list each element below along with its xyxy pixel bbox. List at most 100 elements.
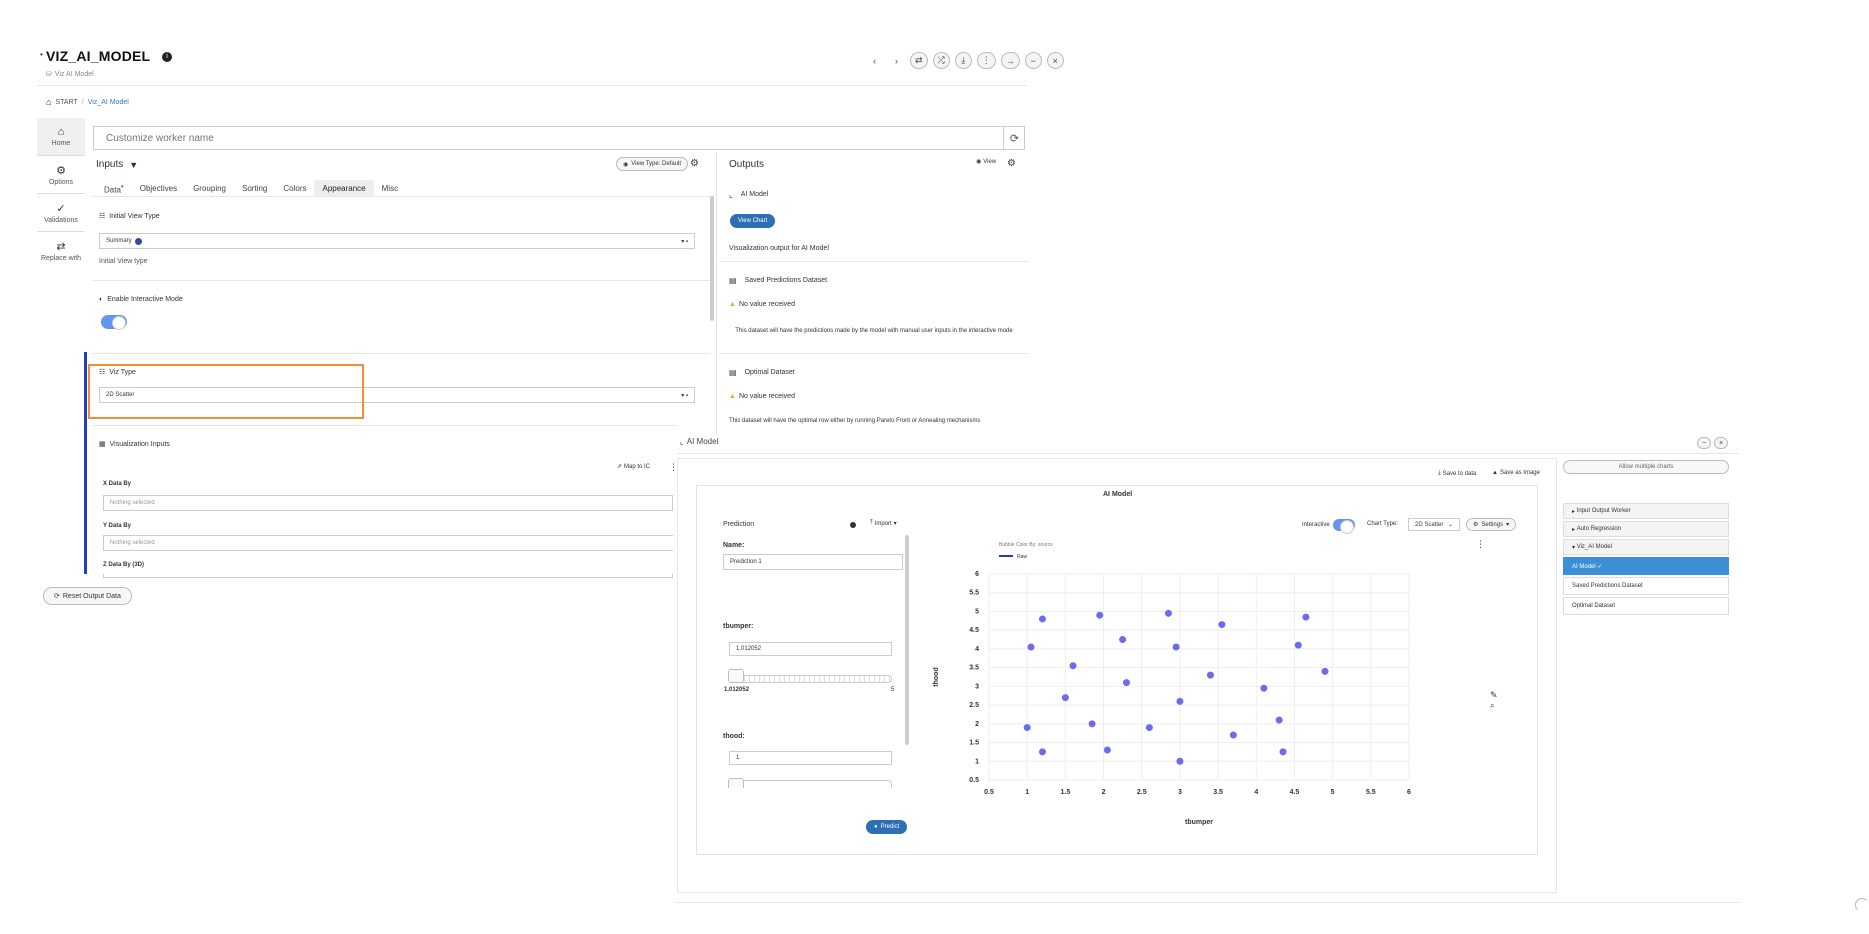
tree-item-saved-predictions[interactable]: Saved Predictions Dataset bbox=[1563, 577, 1729, 595]
tab-colors[interactable]: Colors bbox=[275, 180, 314, 197]
chart-interactive-toggle[interactable] bbox=[1332, 519, 1355, 534]
y-tick-label: 5 bbox=[975, 608, 979, 615]
minimize-icon[interactable]: − bbox=[1024, 52, 1042, 69]
worker-subtitle: ⛁ Viz AI Model bbox=[46, 70, 94, 79]
more-icon[interactable]: ⋮ bbox=[976, 52, 996, 69]
breadcrumb-root[interactable]: START bbox=[55, 99, 77, 106]
data-point[interactable] bbox=[1145, 724, 1153, 732]
prediction-name-input[interactable]: Prediction 1 bbox=[723, 554, 903, 570]
tab-sorting[interactable]: Sorting bbox=[234, 180, 275, 197]
breadcrumb-current[interactable]: Viz_AI Model bbox=[88, 99, 129, 106]
chart-settings-button[interactable]: ⚙ Settings ▾ bbox=[1466, 518, 1517, 531]
x-data-select[interactable]: Nothing selected bbox=[103, 495, 673, 511]
reset-output-button[interactable]: ⟳ Reset Output Data bbox=[43, 587, 132, 605]
interactive-mode-toggle[interactable] bbox=[101, 315, 127, 330]
predict-button[interactable]: ● Predict bbox=[866, 820, 908, 834]
close-icon[interactable]: × bbox=[1046, 52, 1064, 69]
info-icon[interactable]: i bbox=[162, 52, 172, 62]
initial-view-type-select[interactable]: Summary ▾ ▪ bbox=[99, 233, 695, 249]
data-point[interactable] bbox=[1176, 757, 1184, 765]
view-chart-button[interactable]: View Chart bbox=[730, 214, 776, 228]
data-point[interactable] bbox=[1321, 667, 1329, 675]
data-point[interactable] bbox=[1260, 684, 1268, 692]
outputs-view-button[interactable]: ◉ View bbox=[976, 158, 996, 166]
tbumper-input[interactable]: 1.012052 bbox=[729, 642, 892, 656]
legend-entry[interactable]: Raw bbox=[1017, 554, 1027, 560]
data-point[interactable] bbox=[1023, 724, 1031, 732]
data-point[interactable] bbox=[1206, 671, 1214, 679]
back-icon[interactable]: ‹ bbox=[866, 52, 883, 69]
tab-misc[interactable]: Misc bbox=[374, 180, 406, 197]
map-button[interactable]: ⇗ Map to IC bbox=[617, 463, 650, 471]
inputs-scrollbar[interactable] bbox=[710, 196, 714, 321]
save-data-button[interactable]: ⤓ Save to data bbox=[1438, 470, 1476, 477]
swap-icon[interactable]: ⇄ bbox=[910, 52, 928, 69]
import-button[interactable]: ⤒ Import ▾ bbox=[870, 520, 897, 527]
data-point[interactable] bbox=[1229, 731, 1237, 739]
data-point[interactable] bbox=[1096, 611, 1104, 619]
pencil-icon[interactable]: ✎ bbox=[1490, 690, 1498, 701]
thood-slider-handle[interactable] bbox=[728, 778, 744, 788]
zoom-icon[interactable]: ⌕ bbox=[1490, 701, 1494, 711]
output-divider bbox=[719, 353, 1028, 354]
prediction-scrollbar[interactable] bbox=[905, 535, 909, 745]
save-image-button[interactable]: ▲ Save as Image bbox=[1492, 470, 1540, 476]
data-point[interactable] bbox=[1038, 615, 1046, 623]
output-optimal-dataset[interactable]: ▤ Optimal Dataset bbox=[729, 368, 795, 377]
minimize-icon[interactable]: − bbox=[1697, 437, 1712, 449]
data-point[interactable] bbox=[1302, 613, 1310, 621]
data-point[interactable] bbox=[1027, 643, 1035, 651]
z-data-select[interactable] bbox=[103, 574, 673, 578]
filter-icon[interactable]: ▼ bbox=[129, 160, 138, 170]
tab-objectives[interactable]: Objectives bbox=[132, 180, 185, 197]
tree-item-auto-regression[interactable]: ▸ Auto Regression bbox=[1563, 521, 1729, 537]
data-point[interactable] bbox=[1279, 748, 1287, 756]
data-point[interactable] bbox=[1069, 662, 1077, 670]
inputs-settings-icon[interactable]: ⚙ bbox=[690, 158, 699, 169]
tree-item-optimal-dataset[interactable]: Optimal Dataset bbox=[1563, 597, 1729, 615]
allow-multiple-charts-button[interactable]: Allow multiple charts bbox=[1563, 460, 1729, 474]
tab-appearance[interactable]: Appearance bbox=[314, 179, 374, 197]
view-type-button[interactable]: ◉ View Type: Default bbox=[616, 157, 689, 171]
data-point[interactable] bbox=[1103, 746, 1111, 754]
data-point[interactable] bbox=[1038, 748, 1046, 756]
refresh-icon: ⟳ bbox=[54, 593, 60, 600]
tbumper-slider-handle[interactable] bbox=[728, 669, 744, 683]
data-point[interactable] bbox=[1172, 643, 1180, 651]
thood-input[interactable]: 1 bbox=[729, 751, 892, 765]
inputs-title[interactable]: Inputs ▼ bbox=[96, 159, 138, 170]
forward-icon[interactable]: › bbox=[888, 52, 905, 69]
tab-grouping[interactable]: Grouping bbox=[185, 180, 234, 197]
data-point[interactable] bbox=[1061, 694, 1069, 702]
worker-name-input[interactable] bbox=[93, 126, 1025, 150]
expand-icon[interactable]: → bbox=[1000, 52, 1020, 69]
output-ai-model[interactable]: ⌞ AI Model bbox=[729, 190, 768, 199]
data-point[interactable] bbox=[1275, 716, 1283, 724]
tree-item-ai-model[interactable]: AI Model ✓ bbox=[1563, 557, 1729, 575]
home-icon[interactable]: ⌂ bbox=[46, 97, 51, 107]
close-icon[interactable]: × bbox=[1714, 437, 1729, 449]
y-tick-label: 4.5 bbox=[969, 627, 979, 634]
nav-home[interactable]: ⌂ Home bbox=[37, 118, 85, 156]
shuffle-icon[interactable]: ⤮ bbox=[932, 52, 950, 69]
nav-options[interactable]: ⚙ Options bbox=[37, 156, 85, 194]
refresh-icon[interactable]: ⟳ bbox=[1003, 126, 1025, 150]
output-saved-predictions[interactable]: ▤ Saved Predictions Dataset bbox=[729, 276, 827, 285]
data-point[interactable] bbox=[1119, 636, 1127, 644]
y-data-select[interactable]: Nothing selected bbox=[103, 535, 673, 551]
data-point[interactable] bbox=[1164, 609, 1172, 617]
data-point[interactable] bbox=[1088, 720, 1096, 728]
corner-indicator bbox=[1855, 898, 1869, 912]
chart-type-select[interactable]: 2D Scatter ⌄ bbox=[1408, 518, 1460, 531]
nav-replace[interactable]: ⇄ Replace with bbox=[37, 232, 85, 270]
data-point[interactable] bbox=[1294, 641, 1302, 649]
tree-item-viz-ai-model[interactable]: ▾ Viz_AI Model bbox=[1563, 539, 1729, 555]
download-icon[interactable]: ⤓ bbox=[954, 52, 972, 69]
outputs-settings-icon[interactable]: ⚙ bbox=[1007, 158, 1016, 169]
nav-validations[interactable]: ✓ Validations bbox=[37, 194, 85, 232]
data-point[interactable] bbox=[1122, 679, 1130, 687]
data-point[interactable] bbox=[1218, 621, 1226, 629]
data-point[interactable] bbox=[1176, 697, 1184, 705]
x-tick-label: 4.5 bbox=[1290, 789, 1300, 796]
tree-item-input-output-worker[interactable]: ▸ Input Output Worker bbox=[1563, 503, 1729, 519]
